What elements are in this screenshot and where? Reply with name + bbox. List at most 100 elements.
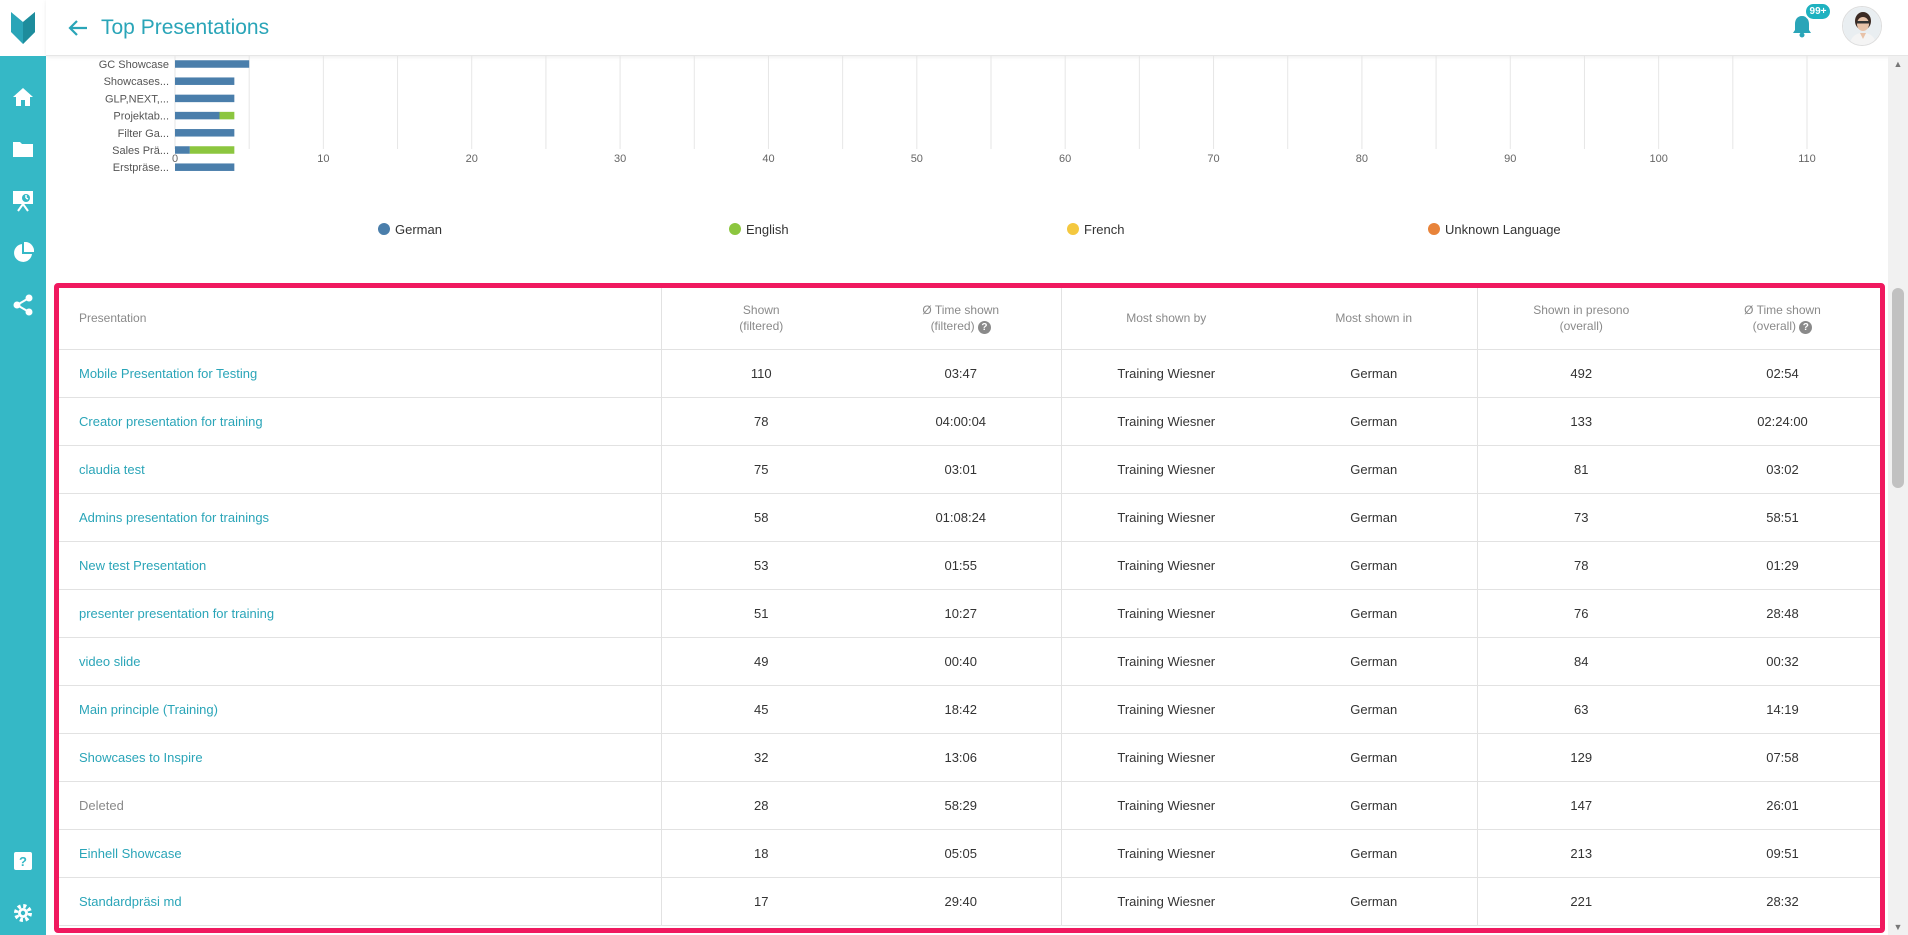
vertical-scrollbar[interactable]: ▲ ▼ xyxy=(1888,56,1908,935)
main-content: 0 10 20 30 40 50 60 70 80 90 100 110 GC Showcase Show… xyxy=(46,56,1888,935)
svg-text:?: ? xyxy=(19,854,27,869)
table-row: Deleted 28 58:29 Training Wiesner German 147 2… xyxy=(59,781,1880,830)
presentation-name-link[interactable]: Admins presentation for trainings xyxy=(59,493,662,542)
cell-time-filtered: 58:29 xyxy=(861,781,1062,830)
help-icon[interactable]: ? xyxy=(8,846,38,876)
presentation-name-link[interactable]: Standardpräsi md xyxy=(59,877,662,926)
chart-x-tick-label: 50 xyxy=(911,153,923,165)
cell-most-shown-by: Training Wiesner xyxy=(1061,829,1271,878)
chart-bar-segment xyxy=(175,163,235,171)
table-row: New test Presentation 53 01:55 Training Wie… xyxy=(59,541,1880,590)
cell-shown-filtered: 75 xyxy=(661,445,861,494)
help-icon[interactable]: ? xyxy=(977,320,991,334)
chart-bar-segment xyxy=(219,111,235,120)
cell-time-filtered: 00:40 xyxy=(861,637,1062,686)
presentation-name-link[interactable]: Showcases to Inspire xyxy=(59,733,662,782)
cell-time-overall: 26:01 xyxy=(1685,781,1880,830)
column-header-most-shown-by[interactable]: Most shown by xyxy=(1061,288,1271,350)
scroll-up-arrow-icon[interactable]: ▲ xyxy=(1893,59,1903,69)
cell-shown-filtered: 51 xyxy=(661,589,861,638)
chart-bar-segment xyxy=(175,146,190,154)
cell-shown-filtered: 110 xyxy=(661,349,861,398)
settings-icon[interactable] xyxy=(8,898,38,928)
home-icon[interactable] xyxy=(8,82,38,112)
user-avatar[interactable] xyxy=(1842,6,1882,46)
presentation-name-link[interactable]: Main principle (Training) xyxy=(59,685,662,734)
cell-most-shown-by: Training Wiesner xyxy=(1061,493,1271,542)
chart-legend-marker xyxy=(1428,223,1440,235)
cell-shown-filtered: 32 xyxy=(661,733,861,782)
cell-most-shown-in: German xyxy=(1271,397,1478,446)
chart-x-tick-label: 40 xyxy=(762,153,774,165)
cell-time-overall: 07:58 xyxy=(1685,733,1880,782)
chart-legend-label: German xyxy=(395,222,442,237)
cell-shown-overall: 76 xyxy=(1477,589,1685,638)
cell-shown-filtered: 53 xyxy=(661,541,861,590)
presentation-icon[interactable] xyxy=(8,186,38,216)
chart-x-tick-label: 110 xyxy=(1798,153,1816,165)
cell-time-filtered: 03:47 xyxy=(861,349,1062,398)
cell-most-shown-in: German xyxy=(1271,637,1478,686)
column-header-presentation[interactable]: Presentation xyxy=(59,288,662,350)
cell-shown-overall: 84 xyxy=(1477,637,1685,686)
chart-category-label: Sales Prä... xyxy=(112,145,169,157)
chart-x-tick-label: 90 xyxy=(1504,153,1516,165)
column-header-shown-overall[interactable]: Shown in presono (overall) xyxy=(1477,288,1685,350)
presentation-name-link[interactable]: New test Presentation xyxy=(59,541,662,590)
share-icon[interactable] xyxy=(8,290,38,320)
cell-time-overall: 58:51 xyxy=(1685,493,1880,542)
table-row: Main principle (Training) 45 18:42 Training… xyxy=(59,685,1880,734)
presentation-name-link[interactable]: presenter presentation for training xyxy=(59,589,662,638)
chart-legend-label: English xyxy=(746,222,789,237)
cell-time-overall: 09:51 xyxy=(1685,829,1880,878)
cell-time-filtered: 18:42 xyxy=(861,685,1062,734)
cell-time-overall: 01:29 xyxy=(1685,541,1880,590)
notification-badge: 99+ xyxy=(1804,2,1832,21)
column-header-time-filtered[interactable]: Ø Time shown (filtered) ? xyxy=(861,288,1062,350)
folder-icon[interactable] xyxy=(8,134,38,164)
chart-bar-segment xyxy=(175,77,235,85)
cell-time-filtered: 01:08:24 xyxy=(861,493,1062,542)
chart-bar-segment xyxy=(175,111,220,120)
chart-x-tick-label: 10 xyxy=(317,153,329,165)
pie-chart-icon[interactable] xyxy=(8,238,38,268)
table-row: video slide 49 00:40 Training Wiesner German… xyxy=(59,637,1880,686)
table-row: Creator presentation for training 78 04:00… xyxy=(59,397,1880,446)
chart-bar-segment xyxy=(175,129,235,137)
cell-shown-overall: 133 xyxy=(1477,397,1685,446)
presentation-name-link[interactable]: Creator presentation for training xyxy=(59,397,662,446)
chart-category-label: Erstpräse... xyxy=(113,162,169,174)
cell-most-shown-by: Training Wiesner xyxy=(1061,445,1271,494)
scrollbar-thumb[interactable] xyxy=(1892,288,1904,488)
presentation-name-link[interactable]: claudia test xyxy=(59,445,662,494)
chart-category-label: Projektab... xyxy=(113,111,169,123)
cell-time-overall: 28:32 xyxy=(1685,877,1880,926)
cell-time-overall: 02:24:00 xyxy=(1685,397,1880,446)
cell-time-filtered: 13:06 xyxy=(861,733,1062,782)
presentation-name-link[interactable]: video slide xyxy=(59,637,662,686)
cell-time-overall: 02:54 xyxy=(1685,349,1880,398)
app-logo[interactable] xyxy=(0,0,46,56)
column-header-most-shown-in[interactable]: Most shown in xyxy=(1271,288,1478,350)
cell-most-shown-by: Training Wiesner xyxy=(1061,877,1271,926)
back-arrow-icon[interactable] xyxy=(64,14,92,42)
table-row: Showcases to Inspire 32 13:06 Training Wies… xyxy=(59,733,1880,782)
table-row: Admins presentation for trainings 58 01:08… xyxy=(59,493,1880,542)
cell-most-shown-by: Training Wiesner xyxy=(1061,733,1271,782)
presentation-name-link: Deleted xyxy=(59,781,662,830)
cell-time-filtered: 29:40 xyxy=(861,877,1062,926)
chart-category-label: Showcases... xyxy=(104,76,169,88)
scroll-down-arrow-icon[interactable]: ▼ xyxy=(1893,922,1903,932)
presentation-name-link[interactable]: Einhell Showcase xyxy=(59,829,662,878)
chart-legend-label: Unknown Language xyxy=(1445,222,1561,237)
chart-legend-marker xyxy=(378,223,390,235)
cell-most-shown-by: Training Wiesner xyxy=(1061,781,1271,830)
cell-time-filtered: 03:01 xyxy=(861,445,1062,494)
cell-most-shown-by: Training Wiesner xyxy=(1061,349,1271,398)
presentation-name-link[interactable]: Mobile Presentation for Testing xyxy=(59,349,662,398)
cell-shown-filtered: 18 xyxy=(661,829,861,878)
table-header-row: Presentation Shown (filtered) Ø Time show… xyxy=(59,288,1880,350)
column-header-time-overall[interactable]: Ø Time shown (overall) ? xyxy=(1685,288,1880,350)
help-icon[interactable]: ? xyxy=(1799,320,1813,334)
column-header-shown-filtered[interactable]: Shown (filtered) xyxy=(661,288,861,350)
